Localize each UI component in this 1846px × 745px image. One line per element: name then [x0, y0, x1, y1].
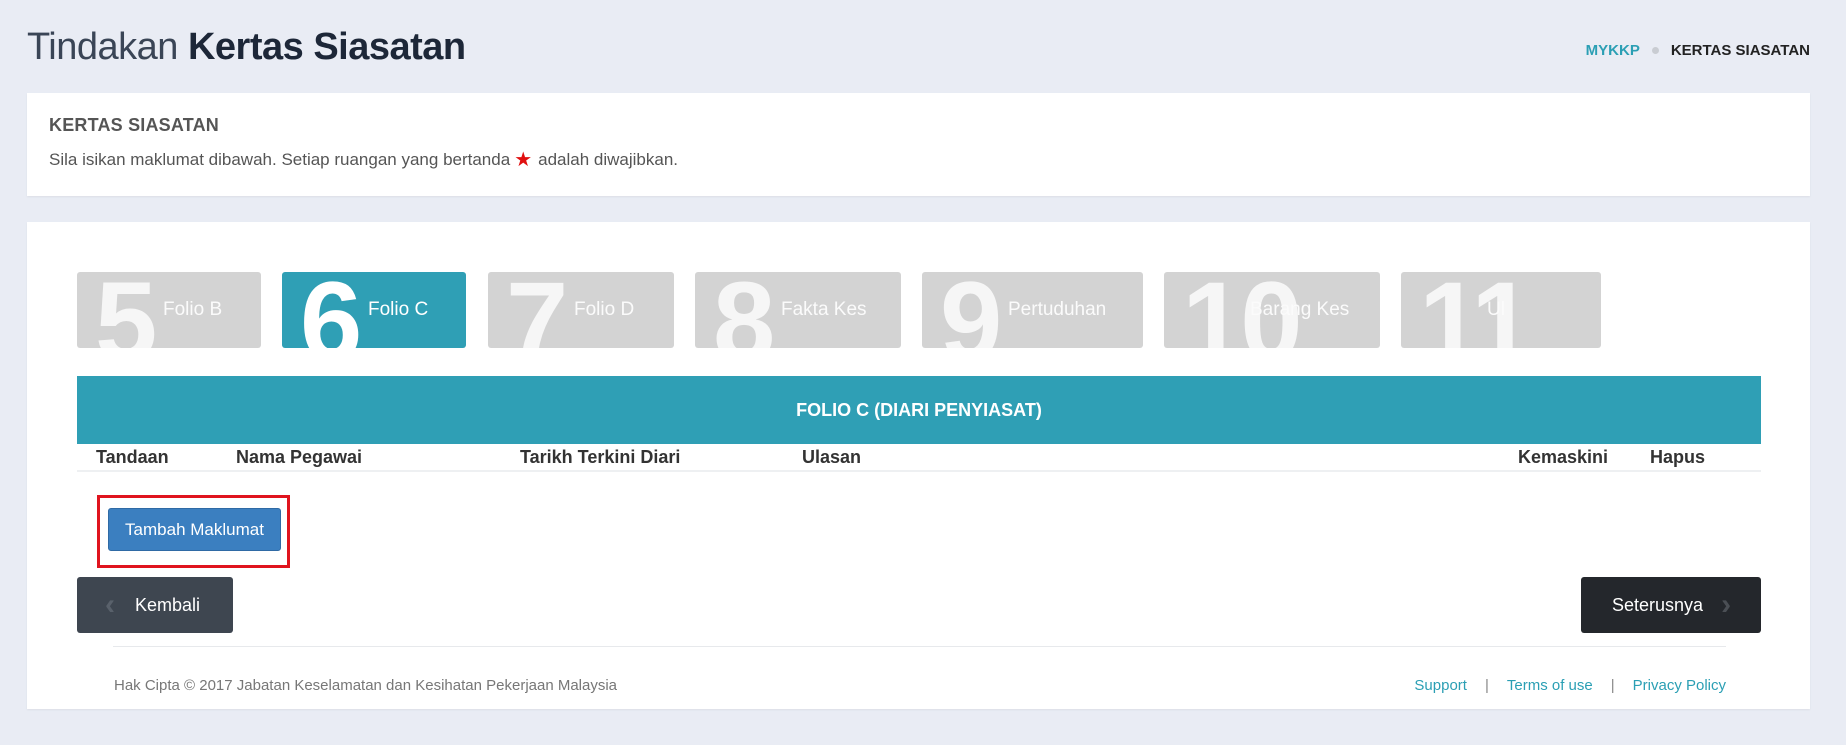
add-info-button[interactable]: Tambah Maklumat — [108, 508, 281, 551]
step-label: Ul — [1487, 299, 1505, 320]
step-folio-b[interactable]: 5 Folio B — [77, 272, 261, 348]
footer-link-support[interactable]: Support — [1414, 677, 1467, 694]
next-button-label: Seterusnya — [1612, 594, 1704, 615]
info-card: KERTAS SIASATAN Sila isikan maklumat dib… — [27, 93, 1810, 196]
step-folio-c[interactable]: 6 Folio C — [282, 272, 466, 348]
footer-divider — [113, 646, 1726, 647]
footer-link-privacy[interactable]: Privacy Policy — [1633, 677, 1726, 694]
step-pertuduhan[interactable]: 9 Pertuduhan — [922, 272, 1143, 348]
column-header-tandaan: Tandaan — [96, 447, 169, 467]
footer-separator: | — [1484, 677, 1489, 694]
footer: Hak Cipta © 2017 Jabatan Keselamatan dan… — [114, 677, 1726, 694]
step-number: 11 — [1419, 272, 1533, 348]
step-number: 9 — [940, 272, 1002, 348]
table-header-row: Tandaan Nama Pegawai Tarikh Terkini Diar… — [77, 444, 1761, 472]
step-label: Folio D — [574, 299, 635, 320]
info-text: Sila isikan maklumat dibawah. Setiap rua… — [49, 150, 1788, 170]
step-barang-kes[interactable]: 10 Barang Kes — [1164, 272, 1380, 348]
wizard-steps: 5 Folio B 6 Folio C 7 Folio D 8 Fakta Ke… — [77, 272, 1761, 348]
step-fakta-kes[interactable]: 8 Fakta Kes — [695, 272, 901, 348]
step-label: Pertuduhan — [1008, 299, 1107, 320]
chevron-left-icon: ‹ — [105, 588, 115, 621]
page-title-light: Tindakan — [27, 26, 178, 68]
step-folio-d[interactable]: 7 Folio D — [488, 272, 674, 348]
column-header-tarikh: Tarikh Terkini Diari — [520, 447, 681, 467]
info-text-after: adalah diwajibkan. — [538, 150, 679, 169]
column-header-kemaskini: Kemaskini — [1518, 447, 1609, 467]
breadcrumb-link-mykkp[interactable]: MYKKP — [1586, 42, 1640, 59]
footer-copyright: Hak Cipta © 2017 Jabatan Keselamatan dan… — [114, 677, 618, 694]
step-label: Folio B — [163, 299, 223, 320]
step-label: Barang Kes — [1250, 299, 1350, 320]
main-card: 5 Folio B 6 Folio C 7 Folio D 8 Fakta Ke… — [27, 222, 1810, 709]
breadcrumb-separator-dot — [1651, 47, 1659, 54]
back-button[interactable]: ‹ Kembali — [77, 577, 233, 633]
page-header: Tindakan Kertas Siasatan MYKKP KERTAS SI… — [27, 24, 1810, 74]
footer-links: Support | Terms of use | Privacy Policy — [1414, 677, 1726, 694]
back-button-label: Kembali — [135, 594, 201, 615]
info-text-before: Sila isikan maklumat dibawah. Setiap rua… — [49, 150, 511, 169]
footer-link-terms[interactable]: Terms of use — [1507, 677, 1593, 694]
step-number: 6 — [300, 272, 362, 348]
step-number: 7 — [506, 272, 568, 348]
step-11[interactable]: 11 Ul — [1401, 272, 1601, 348]
page-title: Tindakan Kertas Siasatan — [27, 24, 1810, 70]
column-header-nama-pegawai: Nama Pegawai — [236, 447, 363, 467]
info-title: KERTAS SIASATAN — [49, 115, 220, 135]
column-header-hapus: Hapus — [1650, 447, 1706, 467]
table-title: FOLIO C (DIARI PENYIASAT) — [77, 376, 1761, 444]
next-button[interactable]: Seterusnya › — [1581, 577, 1761, 633]
footer-separator: | — [1610, 677, 1615, 694]
step-label: Folio C — [368, 299, 429, 320]
breadcrumb-current: KERTAS SIASATAN — [1670, 42, 1810, 59]
step-label: Fakta Kes — [781, 299, 867, 320]
chevron-right-icon: › — [1721, 588, 1732, 621]
step-number: 8 — [713, 272, 775, 348]
star-icon: ★ — [514, 149, 533, 171]
page-title-bold: Kertas Siasatan — [187, 26, 466, 68]
breadcrumb: MYKKP KERTAS SIASATAN — [1586, 42, 1810, 59]
column-header-ulasan: Ulasan — [802, 447, 862, 467]
step-number: 5 — [95, 272, 157, 348]
